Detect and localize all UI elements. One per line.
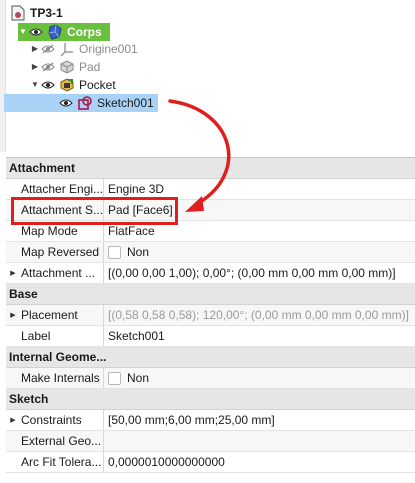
eye-hidden-icon[interactable]	[40, 43, 56, 55]
property-name: Map Reversed	[21, 245, 100, 259]
property-name: Constraints	[21, 413, 82, 427]
property-row-external-geometry[interactable]: External Geo...	[6, 431, 415, 452]
eye-icon[interactable]	[28, 26, 44, 38]
eye-icon[interactable]	[58, 97, 74, 109]
group-header-attachment[interactable]: Attachment	[6, 158, 415, 179]
property-value[interactable]: [(0,00 0,00 1,00); 0,00°; (0,00 mm 0,00 …	[104, 263, 415, 283]
property-name: Attachment S...	[21, 203, 103, 217]
group-header-base[interactable]: Base	[6, 284, 415, 305]
expand-arrow-icon[interactable]: ▶	[30, 40, 40, 58]
property-row-attachment-offset[interactable]: ▶ Attachment ... [(0,00 0,00 1,00); 0,00°…	[6, 263, 415, 284]
property-value[interactable]	[104, 431, 415, 451]
property-name: Placement	[21, 308, 78, 322]
origin-axes-icon	[59, 41, 75, 57]
property-row-arc-fit-tolerance[interactable]: Arc Fit Tolera... 0,0000010000000000	[6, 452, 415, 473]
property-grid: Attachment Attacher Engi... Engine 3D At…	[6, 157, 415, 473]
map-reversed-checkbox[interactable]	[108, 245, 121, 259]
property-name: Attachment ...	[21, 266, 96, 280]
expand-arrow-icon[interactable]: ▶	[8, 311, 18, 319]
group-header-sketch[interactable]: Sketch	[6, 389, 415, 410]
expand-arrow-icon[interactable]: ▶	[30, 58, 40, 76]
group-header-internal-geometry[interactable]: Internal Geome...	[6, 347, 415, 368]
property-value[interactable]: [50,00 mm;6,00 mm;25,00 mm]	[104, 410, 415, 430]
property-value[interactable]: Sketch001	[104, 326, 415, 346]
tree-item-body[interactable]: ▼ Corps	[18, 23, 110, 41]
pocket-icon	[59, 77, 75, 93]
tree-item-pocket[interactable]: ▼ Pocket	[30, 76, 116, 94]
property-value: Non	[127, 371, 150, 385]
property-row-map-mode[interactable]: Map Mode FlatFace	[6, 221, 415, 242]
property-value[interactable]: 0,0000010000000000	[104, 452, 415, 472]
property-row-make-internals[interactable]: Make Internals Non	[6, 368, 415, 389]
body-label: Corps	[67, 25, 102, 39]
expand-arrow-icon[interactable]: ▼	[18, 23, 28, 41]
document-label: TP3-1	[30, 6, 63, 20]
property-value[interactable]: Pad [Face6]	[104, 200, 415, 220]
tree-item-sketch-selected[interactable]: Sketch001	[4, 94, 158, 112]
property-row-map-reversed[interactable]: Map Reversed Non	[6, 242, 415, 263]
origin-label: Origine001	[79, 42, 138, 56]
tree-gutter	[0, 0, 6, 152]
pocket-label: Pocket	[79, 78, 116, 92]
pad-icon	[59, 59, 75, 75]
property-row-attachment-support[interactable]: Attachment S... Pad [Face6]	[6, 200, 415, 221]
pad-label: Pad	[79, 60, 101, 74]
property-name: Label	[21, 329, 51, 343]
property-name: Attacher Engi...	[21, 182, 103, 196]
tree-item-origin[interactable]: ▶ Origine001	[30, 40, 138, 58]
expand-arrow-icon[interactable]: ▼	[30, 76, 40, 94]
property-value: Non	[127, 245, 150, 259]
tree-item-pad[interactable]: ▶ Pad	[30, 58, 100, 76]
property-name: External Geo...	[21, 434, 102, 448]
expand-arrow-icon[interactable]: ▶	[8, 416, 18, 424]
property-name: Map Mode	[21, 224, 78, 238]
property-row-attacher-engine[interactable]: Attacher Engi... Engine 3D	[6, 179, 415, 200]
property-name: Arc Fit Tolera...	[21, 455, 102, 469]
document-icon	[10, 5, 26, 21]
make-internals-checkbox[interactable]	[108, 371, 121, 385]
property-name: Make Internals	[21, 371, 100, 385]
property-value[interactable]: [(0,58 0,58 0,58); 120,00°; (0,00 mm 0,0…	[104, 305, 415, 325]
model-tree: TP3-1 ▼ Corps ▶ Origine001 ▶ Pad ▼ Pocke…	[0, 0, 415, 152]
body-icon	[47, 24, 63, 40]
property-row-label[interactable]: Label Sketch001	[6, 326, 415, 347]
property-row-constraints[interactable]: ▶ Constraints [50,00 mm;6,00 mm;25,00 mm]	[6, 410, 415, 431]
eye-hidden-icon[interactable]	[40, 61, 56, 73]
property-value[interactable]: FlatFace	[104, 221, 415, 241]
property-row-placement[interactable]: ▶ Placement [(0,58 0,58 0,58); 120,00°; (…	[6, 305, 415, 326]
expand-arrow-icon[interactable]: ▶	[8, 269, 18, 277]
sketch-label: Sketch001	[97, 96, 154, 110]
eye-icon[interactable]	[40, 79, 56, 91]
property-value[interactable]: Engine 3D	[104, 179, 415, 199]
sketch-icon	[77, 95, 93, 111]
tree-item-document[interactable]: TP3-1	[10, 4, 63, 22]
